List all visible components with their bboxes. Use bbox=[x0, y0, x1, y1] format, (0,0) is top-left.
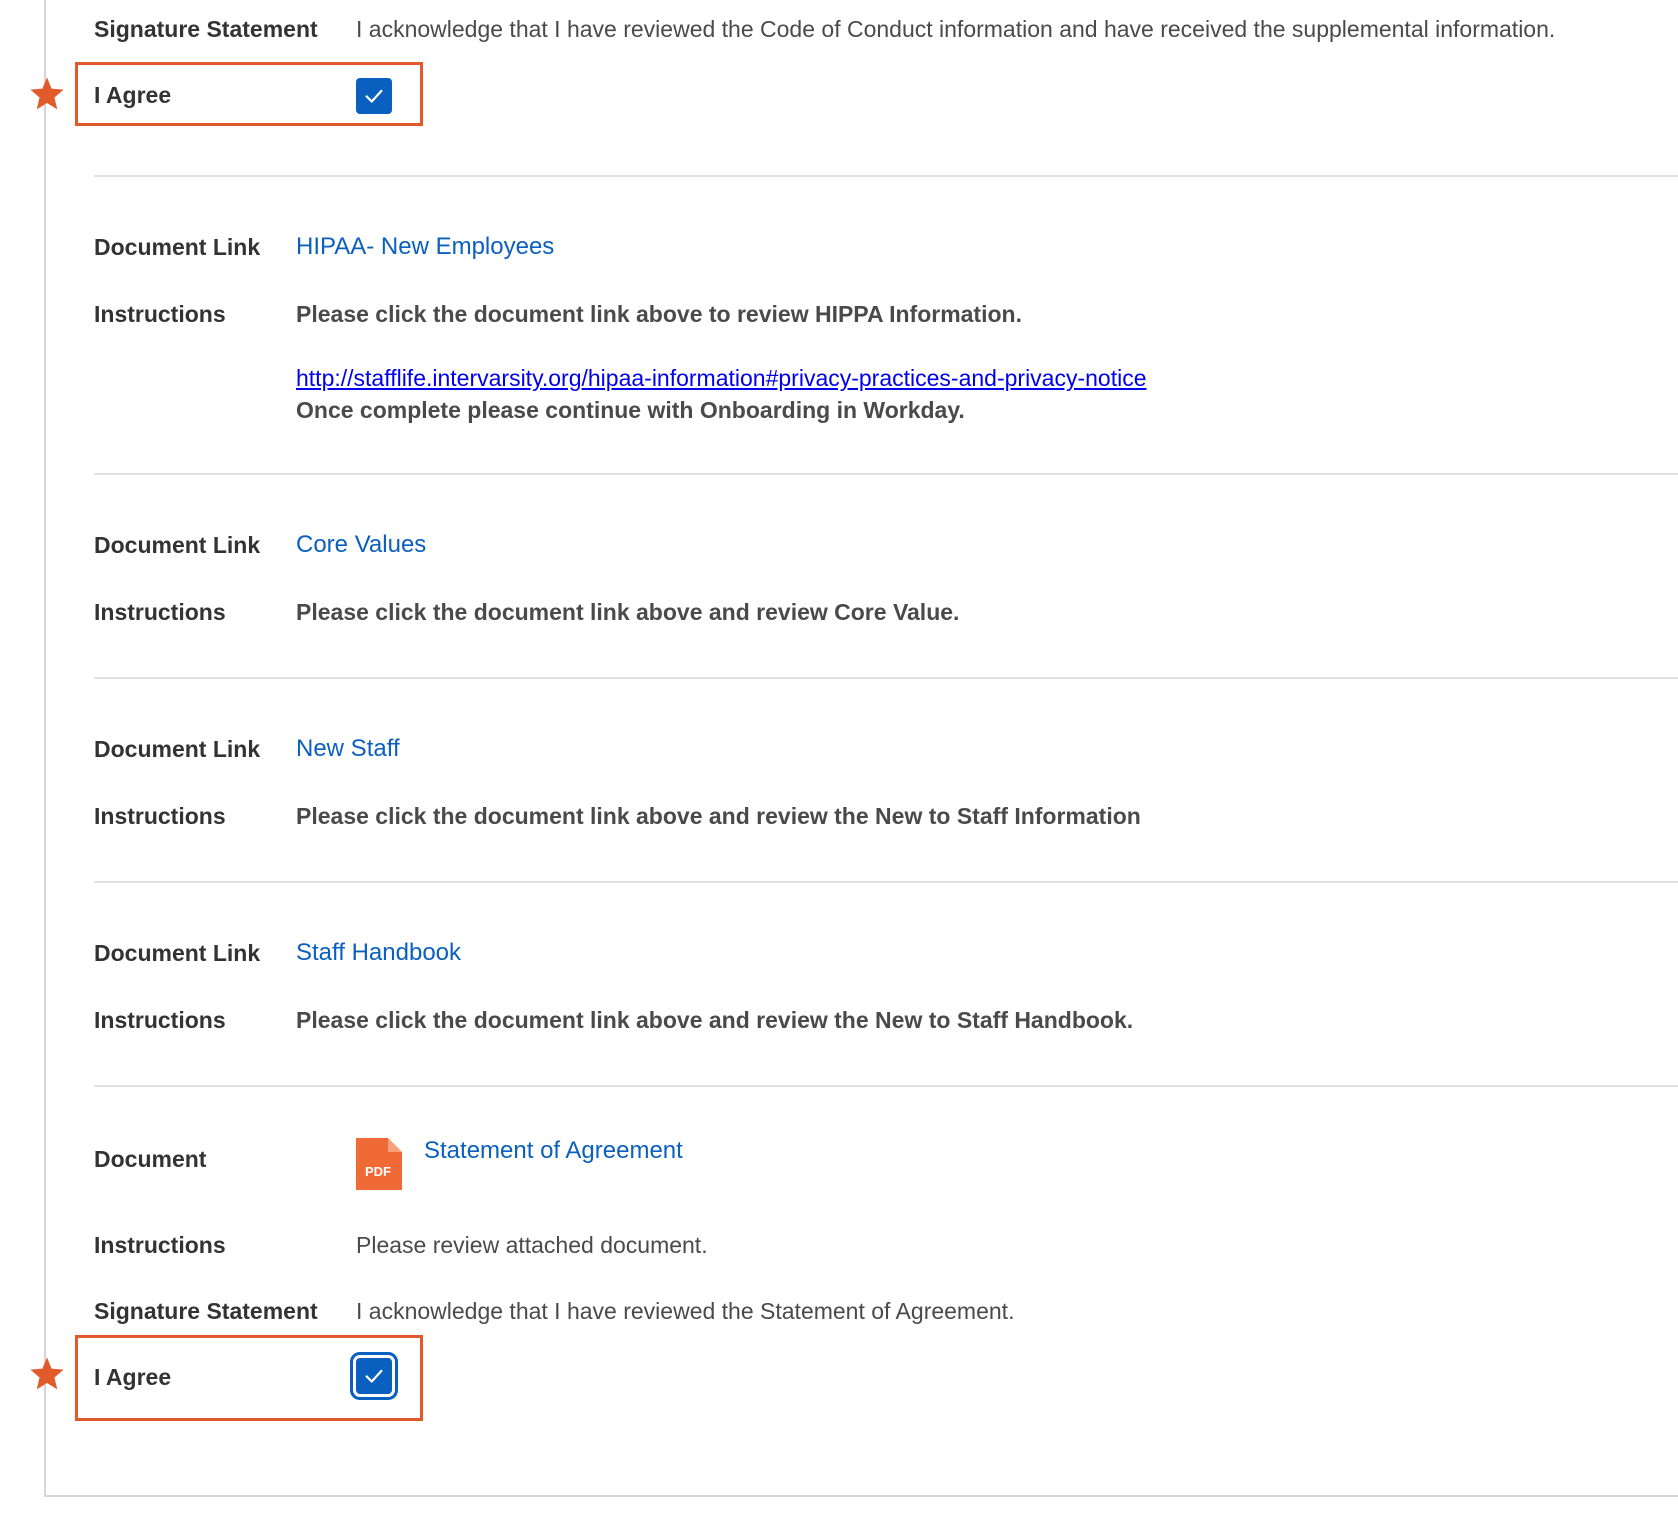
core-values-document-link[interactable]: Core Values bbox=[296, 531, 426, 559]
hipaa-instructions-continue: Once complete please continue with Onboa… bbox=[296, 397, 965, 423]
checkmark-icon bbox=[365, 89, 383, 103]
required-star-icon bbox=[30, 77, 64, 110]
pdf-icon-text: PDF bbox=[365, 1164, 391, 1179]
agreement-instructions-text: Please review attached document. bbox=[356, 1232, 708, 1258]
instructions-label: Instructions bbox=[94, 301, 226, 327]
hipaa-document-link[interactable]: HIPAA- New Employees bbox=[296, 233, 554, 261]
section-divider bbox=[94, 881, 1678, 883]
instructions-label: Instructions bbox=[94, 599, 226, 625]
signature-statement-label: Signature Statement bbox=[94, 1298, 318, 1324]
section-divider bbox=[94, 677, 1678, 679]
instructions-label: Instructions bbox=[94, 1007, 226, 1033]
hipaa-info-url[interactable]: http://stafflife.intervarsity.org/hipaa-… bbox=[296, 365, 1147, 392]
instructions-label: Instructions bbox=[94, 1232, 226, 1258]
new-staff-instructions-text: Please click the document link above and… bbox=[296, 803, 1141, 829]
document-link-label: Document Link bbox=[94, 532, 261, 558]
document-link-label: Document Link bbox=[94, 234, 261, 260]
section-divider bbox=[94, 1085, 1678, 1087]
i-agree-checkbox[interactable] bbox=[356, 78, 392, 114]
signature-statement-label: Signature Statement bbox=[94, 16, 318, 42]
i-agree-label: I Agree bbox=[94, 1364, 172, 1390]
agreement-i-agree-checkbox[interactable] bbox=[356, 1358, 392, 1394]
i-agree-label: I Agree bbox=[94, 82, 172, 108]
signature-statement-text: I acknowledge that I have reviewed the C… bbox=[356, 16, 1556, 42]
checkmark-icon bbox=[365, 1369, 383, 1383]
onboarding-review-panel: Signature Statement I acknowledge that I… bbox=[0, 0, 1678, 1527]
statement-of-agreement-link[interactable]: Statement of Agreement bbox=[424, 1137, 683, 1165]
new-staff-document-link[interactable]: New Staff bbox=[296, 735, 400, 763]
pdf-file-icon[interactable]: PDF bbox=[356, 1138, 402, 1190]
required-star-icon bbox=[30, 1357, 64, 1390]
instructions-label: Instructions bbox=[94, 803, 226, 829]
handbook-instructions-text: Please click the document link above and… bbox=[296, 1007, 1134, 1033]
hipaa-instructions-text: Please click the document link above to … bbox=[296, 301, 1022, 327]
document-link-label: Document Link bbox=[94, 940, 261, 966]
staff-handbook-document-link[interactable]: Staff Handbook bbox=[296, 939, 461, 967]
panel-left-border bbox=[44, 0, 46, 1497]
section-divider bbox=[94, 473, 1678, 475]
agreement-signature-statement-text: I acknowledge that I have reviewed the S… bbox=[356, 1298, 1015, 1324]
document-link-label: Document Link bbox=[94, 736, 261, 762]
document-label: Document bbox=[94, 1146, 207, 1172]
core-values-instructions-text: Please click the document link above and… bbox=[296, 599, 960, 625]
panel-bottom-border bbox=[44, 1495, 1678, 1497]
section-divider bbox=[94, 175, 1678, 177]
